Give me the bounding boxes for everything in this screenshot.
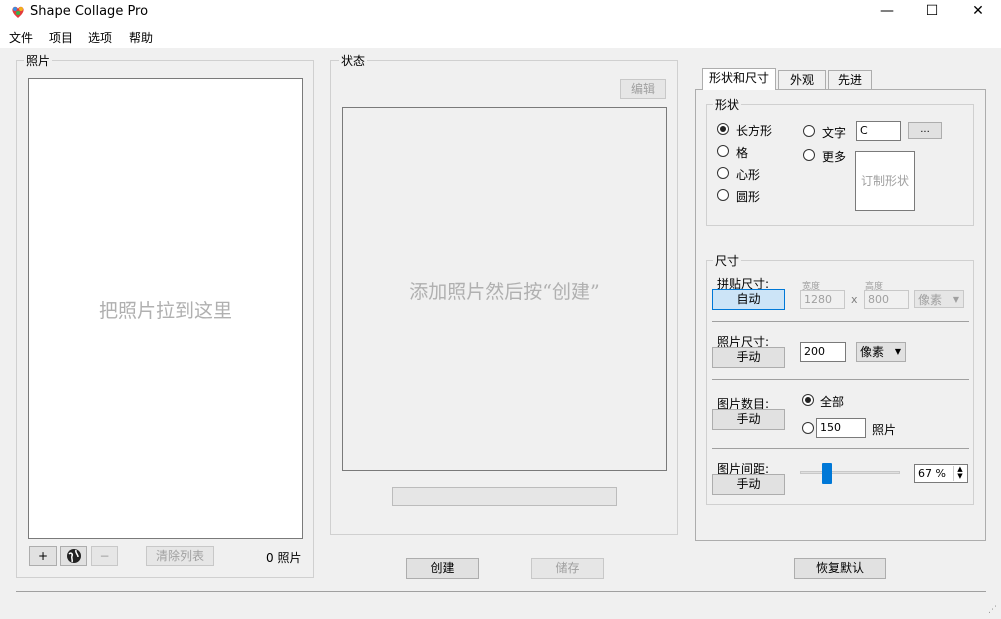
tab-shape-size[interactable]: 形状和尺寸 — [702, 68, 776, 90]
menu-project[interactable]: 项目 — [49, 29, 73, 46]
edit-button[interactable]: 编辑 — [620, 79, 666, 99]
collage-unit-select[interactable]: 像素 ▼ — [914, 290, 964, 308]
shape-radio-rectangle[interactable] — [717, 123, 729, 135]
custom-shape-button[interactable]: 订制形状 — [855, 151, 915, 211]
web-photos-button[interactable] — [60, 546, 87, 566]
photo-drop-hint: 把照片拉到这里 — [98, 300, 232, 322]
clear-list-button[interactable]: 清除列表 — [146, 546, 214, 566]
count-radio-custom[interactable] — [802, 422, 814, 434]
shape-radio-heart[interactable] — [717, 167, 729, 179]
tab-advanced[interactable]: 先进 — [828, 70, 872, 89]
shape-text-field[interactable]: C — [856, 121, 901, 141]
menu-help[interactable]: 帮助 — [129, 29, 153, 46]
reset-defaults-button[interactable]: 恢复默认 — [794, 558, 886, 579]
spacing-slider-thumb[interactable] — [822, 463, 832, 484]
photo-count: 0 照片 — [266, 551, 302, 565]
add-photo-button[interactable]: + — [29, 546, 57, 566]
size-divider — [712, 321, 969, 322]
spacing-manual-button[interactable]: 手动 — [712, 474, 785, 495]
tab-appearance[interactable]: 外观 — [778, 70, 826, 89]
font-picker-button[interactable]: ... — [908, 122, 942, 139]
chevron-down-icon: ▼ — [952, 295, 959, 304]
collage-size-auto-button[interactable]: 自动 — [712, 289, 785, 310]
save-button[interactable]: 储存 — [531, 558, 604, 579]
status-bar-divider — [16, 591, 986, 592]
shape-label-grid: 格 — [736, 146, 749, 160]
remove-photo-button[interactable]: − — [91, 546, 118, 566]
title-bar — [0, 0, 1001, 24]
photo-unit-select[interactable]: 像素 ▼ — [856, 342, 906, 362]
photo-size-manual-button[interactable]: 手动 — [712, 347, 785, 368]
shape-label-circle: 圆形 — [736, 190, 761, 204]
shape-radio-grid[interactable] — [717, 145, 729, 157]
create-button[interactable]: 创建 — [406, 558, 479, 579]
minimize-button[interactable]: — — [864, 0, 910, 24]
collage-height-field[interactable]: 800 — [864, 290, 909, 309]
shape-radio-text[interactable] — [803, 125, 815, 137]
spacing-value: 67 % — [918, 467, 946, 480]
app-logo-icon — [10, 4, 26, 20]
size-divider — [712, 379, 969, 380]
image-count-unit: 照片 — [872, 423, 897, 437]
shape-radio-circle[interactable] — [717, 189, 729, 201]
progress-bar — [392, 487, 617, 506]
collage-width-field[interactable]: 1280 — [800, 290, 845, 309]
shape-label-more: 更多 — [822, 150, 847, 164]
shape-label-heart: 心形 — [736, 168, 761, 182]
preview-hint: 添加照片然后按“创建” — [409, 281, 600, 303]
image-count-field[interactable]: 150 — [816, 418, 866, 438]
resize-grip-icon[interactable]: ⋰ — [988, 606, 998, 616]
menu-options[interactable]: 选项 — [88, 29, 112, 46]
count-radio-all[interactable] — [802, 394, 814, 406]
spacing-value-field[interactable]: 67 % ▲ ▼ — [914, 464, 968, 483]
menu-file[interactable]: 文件 — [9, 29, 33, 46]
chevron-down-icon: ▼ — [894, 347, 901, 356]
spacing-slider-track[interactable] — [800, 471, 900, 474]
spin-arrows-icon[interactable]: ▲ ▼ — [953, 466, 966, 481]
shape-label-rectangle: 长方形 — [736, 124, 773, 138]
dimension-separator: x — [851, 293, 858, 306]
photo-size-field[interactable]: 200 — [800, 342, 846, 362]
globe-icon — [66, 549, 81, 563]
collage-unit-value: 像素 — [918, 293, 943, 307]
shape-radio-more[interactable] — [803, 149, 815, 161]
status-group-label: 状态 — [339, 52, 368, 69]
photos-group-label: 照片 — [24, 52, 53, 69]
count-all-label: 全部 — [820, 395, 845, 409]
close-button[interactable]: ✕ — [955, 0, 1001, 24]
size-divider — [712, 448, 969, 449]
window-title: Shape Collage Pro — [30, 4, 149, 19]
shape-label-text: 文字 — [822, 126, 847, 140]
photo-unit-value: 像素 — [860, 345, 885, 359]
image-count-manual-button[interactable]: 手动 — [712, 409, 785, 430]
maximize-button[interactable]: ☐ — [909, 0, 955, 24]
shape-group-label: 形状 — [713, 96, 742, 113]
size-group-label: 尺寸 — [713, 252, 742, 269]
